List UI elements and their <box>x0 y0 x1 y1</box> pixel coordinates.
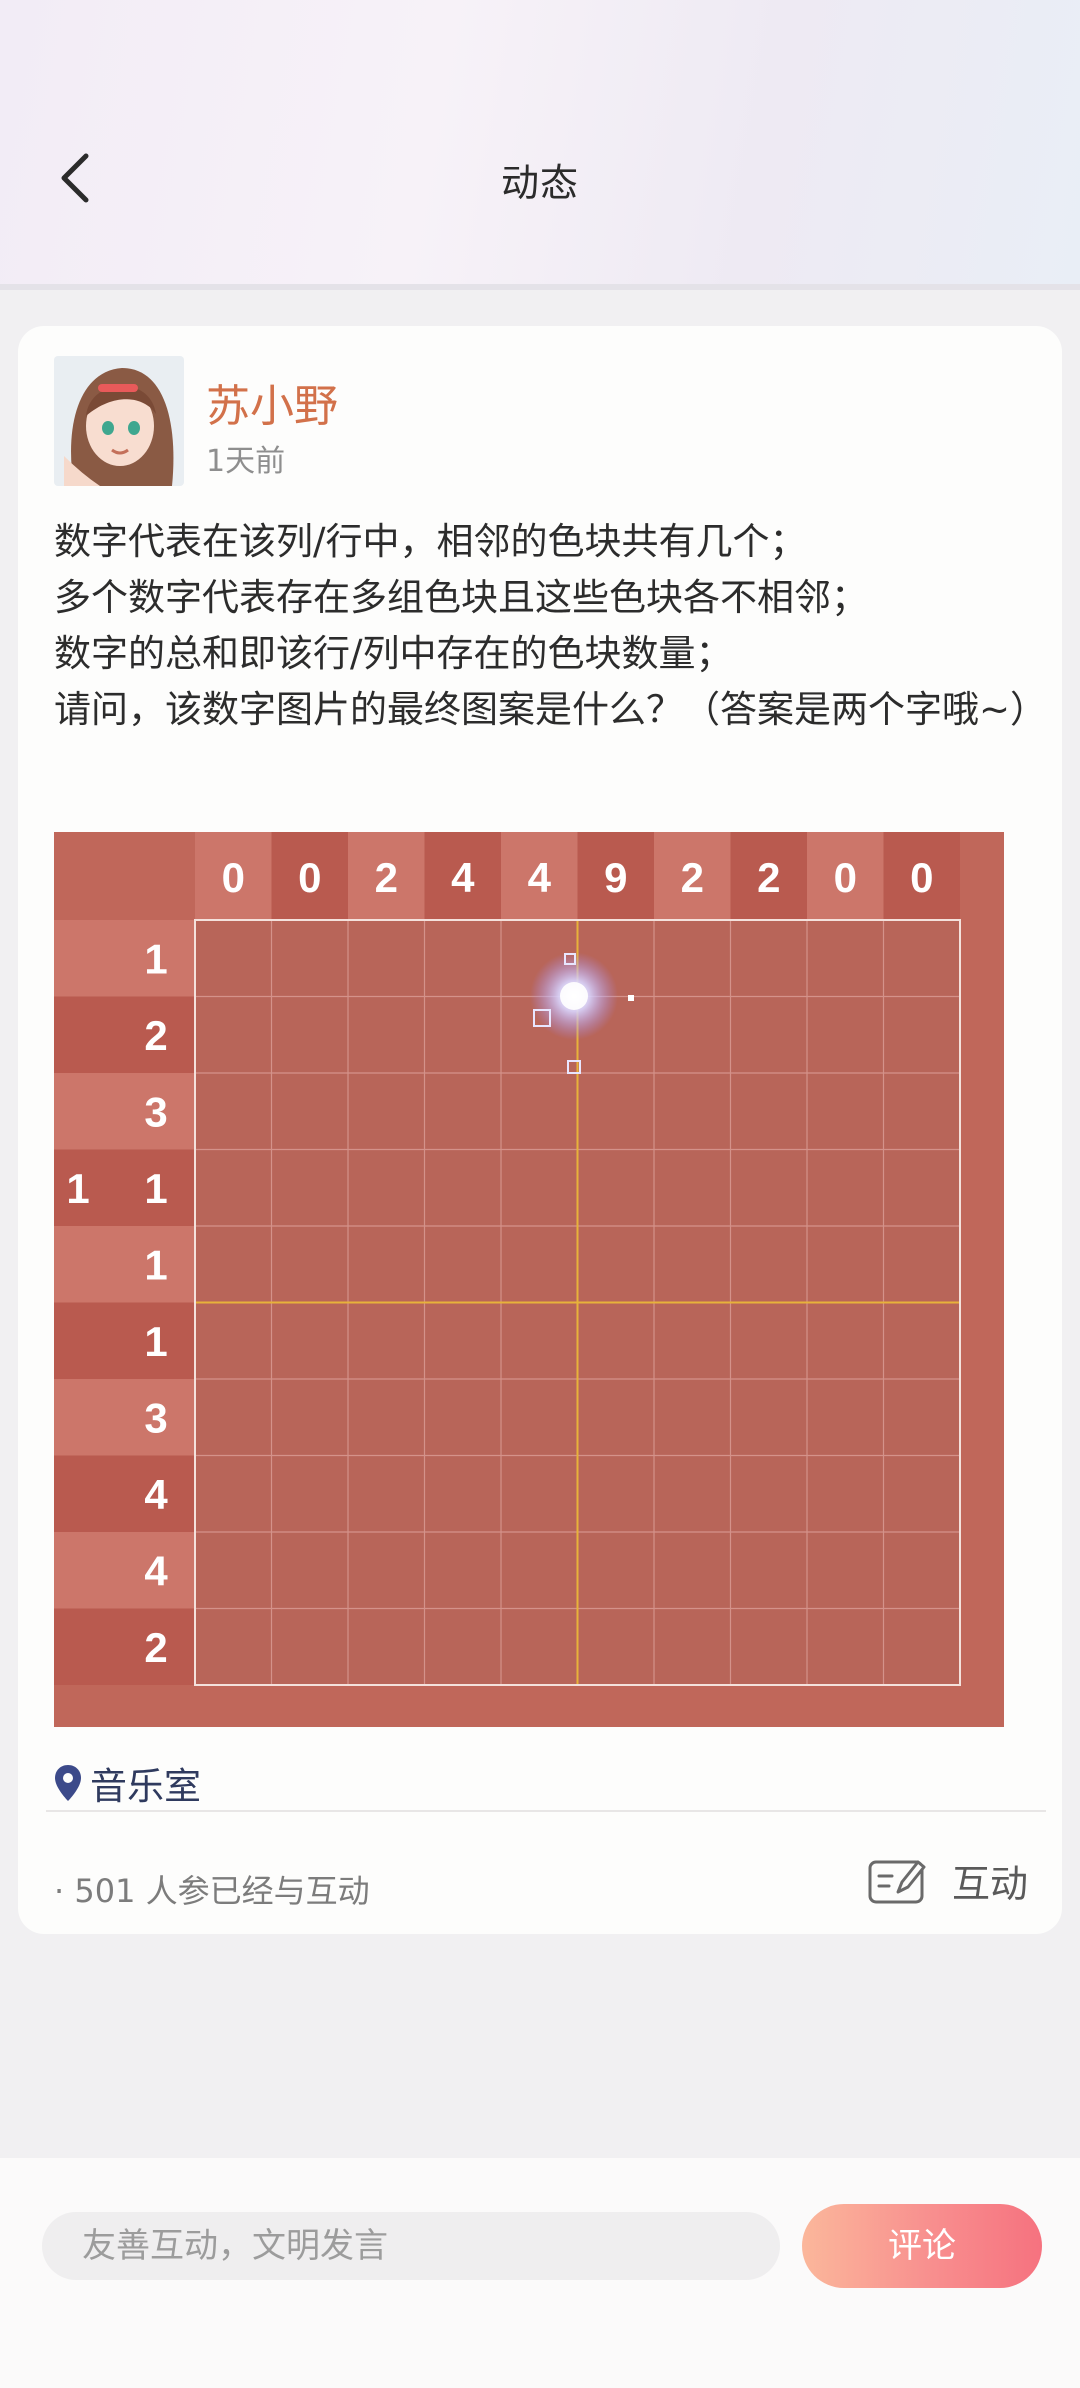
interact-button[interactable]: 互动 <box>868 1850 1028 1910</box>
avatar[interactable] <box>54 356 184 486</box>
page-title: 动态 <box>500 161 579 205</box>
participants-count: · 501 人参已经与互动 <box>54 1872 370 1910</box>
comment-input[interactable] <box>42 2212 780 2280</box>
avatar-image <box>54 356 184 486</box>
row-clue: 3 <box>144 1088 167 1135</box>
row-clue: 4 <box>144 1471 168 1518</box>
location-label: 音乐室 <box>90 1765 201 1808</box>
post-line: 数字代表在该列/行中，相邻的色块共有几个； <box>54 520 807 563</box>
column-clue: 0 <box>222 854 245 901</box>
row-clue-band <box>54 920 195 997</box>
post-text: 数字代表在该列/行中，相邻的色块共有几个； 多个数字代表存在多组色块且这些色块各… <box>54 514 1048 738</box>
comment-button[interactable]: 评论 <box>802 2204 1042 2288</box>
row-clue: 2 <box>144 1012 167 1059</box>
row-clue-band <box>54 1379 195 1456</box>
edit-card-icon <box>868 1860 926 1904</box>
divider <box>46 1810 1046 1812</box>
row-clue: 1 <box>66 1165 89 1212</box>
column-clue: 9 <box>604 854 627 901</box>
row-clue: 1 <box>144 1318 167 1365</box>
row-clue: 1 <box>144 1165 167 1212</box>
post-card: 苏小野 1天前 数字代表在该列/行中，相邻的色块共有几个； 多个数字代表存在多组… <box>18 326 1062 1934</box>
nonogram-grid: 0 0 2 4 4 9 2 2 0 0 1 2 3 1 1 1 1 3 4 4 2 <box>54 832 1004 1727</box>
post-line: 请问，该数字图片的最终图案是什么？（答案是两个字哦~） <box>54 688 1048 731</box>
column-clue: 0 <box>910 854 933 901</box>
row-clue: 4 <box>144 1547 168 1594</box>
column-clue: 4 <box>451 854 475 901</box>
row-clue-band <box>54 996 195 1073</box>
post-time: 1天前 <box>206 444 286 479</box>
row-clue: 1 <box>144 935 167 982</box>
header-divider <box>0 284 1080 290</box>
post-line: 多个数字代表存在多组色块且这些色块各不相邻； <box>54 576 868 619</box>
author-name[interactable]: 苏小野 <box>206 370 338 434</box>
row-clue-band <box>54 1532 195 1609</box>
row-clue-band <box>54 1455 195 1532</box>
column-clue: 2 <box>681 854 704 901</box>
column-clue: 0 <box>298 854 321 901</box>
sparkle-core <box>560 982 588 1010</box>
comment-bar: 评论 <box>0 2158 1080 2388</box>
row-clue-band <box>54 1302 195 1379</box>
nonogram-puzzle-image[interactable]: 0 0 2 4 4 9 2 2 0 0 1 2 3 1 1 1 1 3 4 4 2 <box>54 832 1004 1727</box>
column-clue: 2 <box>375 854 398 901</box>
header: 动态 <box>0 0 1080 290</box>
row-clue-band <box>54 1073 195 1150</box>
row-clue-band <box>54 1226 195 1303</box>
post-line: 数字的总和即该行/列中存在的色块数量； <box>54 632 733 675</box>
location-pin-icon <box>55 1765 81 1801</box>
interact-label: 互动 <box>952 1861 1029 1906</box>
column-clue: 4 <box>528 854 552 901</box>
column-clue: 0 <box>834 854 857 901</box>
row-clue: 1 <box>144 1241 167 1288</box>
sparkle-dot <box>628 995 634 1001</box>
column-clue: 2 <box>757 854 780 901</box>
location-tag[interactable]: 音乐室 <box>54 1758 201 1808</box>
row-clue-band <box>54 1608 195 1685</box>
row-clue: 3 <box>144 1394 167 1441</box>
row-clue: 2 <box>144 1624 167 1671</box>
